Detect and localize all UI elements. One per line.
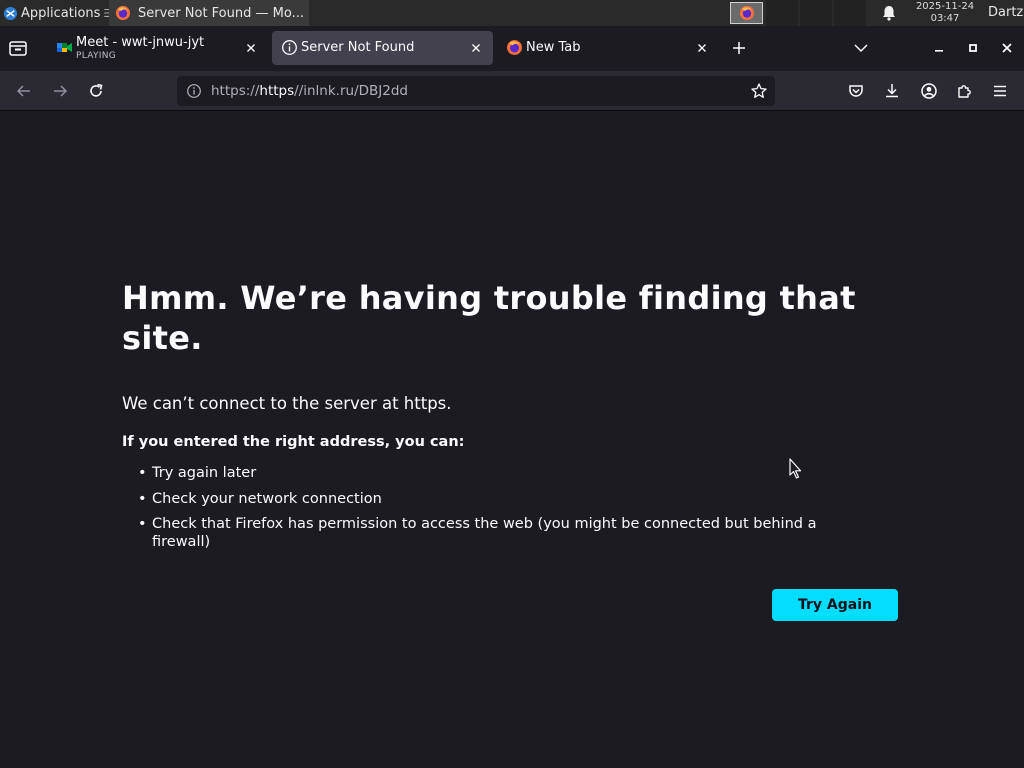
reload-icon[interactable] <box>87 82 105 100</box>
error-title: Hmm. We’re having trouble finding that s… <box>122 279 856 357</box>
close-window-icon[interactable] <box>999 40 1015 56</box>
tab-title: Server Not Found <box>301 40 415 55</box>
maximize-icon[interactable] <box>965 40 981 56</box>
workspace-button[interactable] <box>766 0 798 26</box>
error-suggestions-list: Try again later Check your network conne… <box>122 464 862 559</box>
applications-menu-button[interactable]: Applications ☰ <box>0 0 113 26</box>
hamburger-menu-icon[interactable] <box>991 82 1009 100</box>
taskbar-window-button[interactable]: Server Not Found — Mo... <box>109 0 309 26</box>
minimize-icon[interactable] <box>931 40 947 56</box>
clock-date: 2025-11-24 <box>915 1 975 12</box>
url-host-highlight: https <box>259 83 295 99</box>
tab-meet[interactable]: Meet - wwt-jnwu-jyt PLAYING <box>47 31 267 65</box>
site-info-icon[interactable] <box>186 83 202 99</box>
close-tab-icon[interactable] <box>468 40 484 56</box>
close-tab-icon[interactable] <box>243 40 259 56</box>
tab-title-group: Server Not Found <box>301 31 414 65</box>
url-path: //inlnk.ru/DBJ2dd <box>294 83 408 99</box>
firefox-icon <box>739 5 755 21</box>
tray-firefox-button[interactable] <box>730 2 763 24</box>
back-arrow-icon[interactable] <box>15 82 33 100</box>
info-icon <box>281 39 298 56</box>
new-tab-plus-icon[interactable] <box>730 39 748 57</box>
meet-icon <box>56 39 73 56</box>
error-description: We can’t connect to the server at https. <box>122 394 452 413</box>
tab-new-tab[interactable]: New Tab <box>497 31 719 65</box>
try-again-button[interactable]: Try Again <box>772 589 898 621</box>
mouse-pointer-icon <box>789 458 803 480</box>
pocket-icon[interactable] <box>847 82 865 100</box>
bookmark-star-icon[interactable] <box>750 82 768 100</box>
account-icon[interactable] <box>920 82 938 100</box>
list-item: Try again later <box>122 464 862 482</box>
forward-arrow-icon[interactable] <box>51 82 69 100</box>
firefox-icon <box>506 39 523 56</box>
list-item: Check your network connection <box>122 490 862 508</box>
error-page: Hmm. We’re having trouble finding that s… <box>0 112 1024 768</box>
downloads-icon[interactable] <box>883 82 901 100</box>
taskbar-window-title: Server Not Found — Mo... <box>138 5 304 21</box>
extensions-puzzle-icon[interactable] <box>956 82 974 100</box>
url-prefix: https:// <box>211 83 260 99</box>
tab-strip: Meet - wwt-jnwu-jyt PLAYING Server Not F… <box>0 26 1024 71</box>
firefox-icon <box>115 5 131 21</box>
xfce-logo-icon <box>3 6 18 21</box>
os-taskbar: Applications ☰ Server Not Found — Mo... … <box>0 0 1024 26</box>
list-item: Check that Firefox has permission to acc… <box>122 515 862 551</box>
clock[interactable]: 2025-11-24 03:47 <box>904 0 986 26</box>
list-all-tabs-chevron-down-icon[interactable] <box>853 41 869 55</box>
error-suggestions-heading: If you entered the right address, you ca… <box>122 434 465 450</box>
navigation-toolbar: https://https//inlnk.ru/DBJ2dd <box>0 71 1024 111</box>
clock-time: 03:47 <box>930 13 960 24</box>
tab-title: Meet - wwt-jnwu-jyt <box>76 35 205 50</box>
tab-title-group: Meet - wwt-jnwu-jyt PLAYING <box>76 31 204 65</box>
workspace-button[interactable] <box>800 0 832 26</box>
tab-title: New Tab <box>526 40 581 55</box>
user-menu[interactable]: Dartz <box>988 0 1023 26</box>
url-text[interactable]: https://https//inlnk.ru/DBJ2dd <box>211 76 408 106</box>
firefox-view-icon[interactable] <box>8 39 30 59</box>
notification-bell-icon[interactable] <box>880 4 898 22</box>
url-bar[interactable]: https://https//inlnk.ru/DBJ2dd <box>177 76 775 106</box>
workspace-button[interactable] <box>834 0 866 26</box>
tab-server-not-found[interactable]: Server Not Found <box>272 31 493 65</box>
applications-label: Applications <box>21 5 101 21</box>
tab-playing-label: PLAYING <box>76 51 117 61</box>
close-tab-icon[interactable] <box>694 40 710 56</box>
tab-title-group: New Tab <box>526 31 581 65</box>
